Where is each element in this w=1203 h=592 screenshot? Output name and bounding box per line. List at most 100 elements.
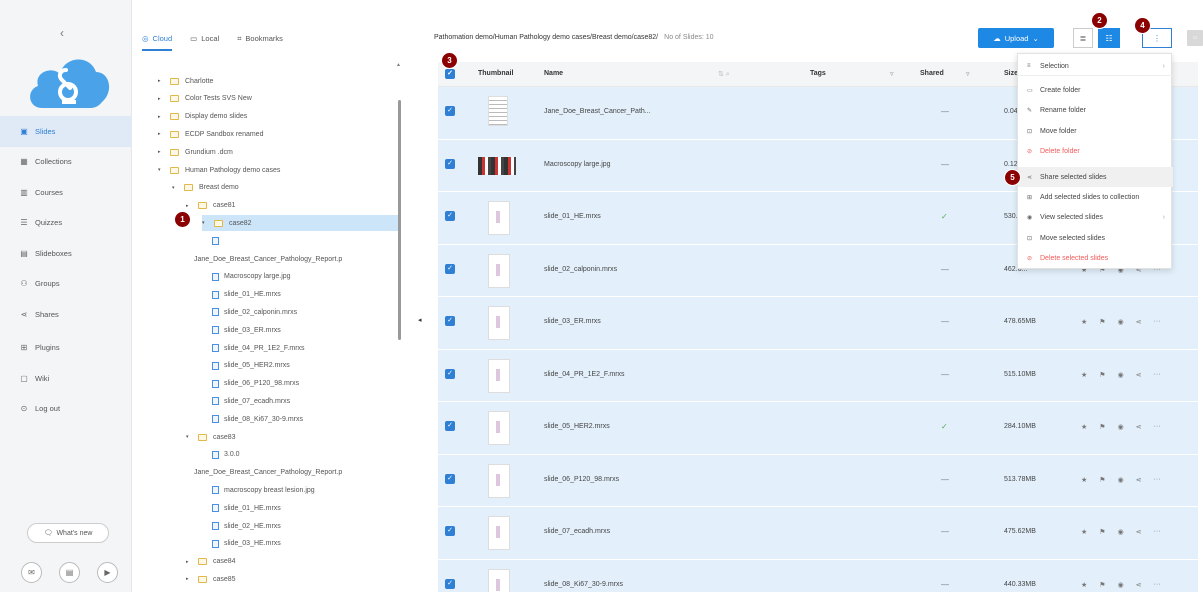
star-icon[interactable]: ★ [1081, 423, 1087, 431]
slide-name[interactable]: slide_03_ER.mrxs [544, 318, 601, 325]
video-icon[interactable]: ▶ [97, 562, 118, 583]
expand-arrow-icon[interactable]: ▾ [202, 220, 214, 226]
tree-file[interactable]: Jane_Doe_Breast_Cancer_Pathology_Report.… [194, 251, 342, 267]
expand-arrow-icon[interactable]: ▾ [186, 434, 198, 440]
whats-new-button[interactable]: 🗨 What's new [27, 523, 109, 543]
row-checkbox[interactable]: ✓ [445, 106, 455, 116]
tree-folder[interactable]: ▾ Human Pathology demo cases [158, 162, 280, 178]
tree-file[interactable]: slide_03_ER.mrxs [200, 322, 281, 338]
tree-folder[interactable]: ▸ ECDP Sandbox renamed [158, 126, 263, 142]
menu-item-delete-selected-slides[interactable]: ⊘ Delete selected slides [1018, 248, 1173, 268]
tree-folder[interactable]: ▸ Color Tests SVS New [158, 91, 252, 107]
sort-search-icon[interactable]: ⇅ ⌕ [718, 70, 730, 79]
ellipsis-icon[interactable]: ··· [1154, 581, 1161, 589]
eye-icon[interactable]: ◉ [1118, 318, 1124, 326]
nav-item-slideboxes[interactable]: ▤ Slideboxes [0, 238, 132, 269]
menu-item-create-folder[interactable]: ▭ Create folder [1018, 80, 1173, 100]
col-name[interactable]: Name [544, 70, 563, 77]
ellipsis-icon[interactable]: ··· [1154, 423, 1161, 431]
tree-folder[interactable]: ▾ case83 [186, 429, 236, 445]
share-icon[interactable]: ⋖ [1136, 371, 1142, 379]
tree-folder[interactable]: ▸ case84 [186, 554, 236, 570]
filter-icon[interactable]: ▿ [966, 70, 970, 78]
tree-file[interactable]: slide_07_ecadh.mrxs [200, 393, 290, 409]
tree-file[interactable]: 3.0.0 [200, 447, 240, 463]
row-checkbox[interactable]: ✓ [445, 473, 455, 484]
menu-item-move-folder[interactable]: ⊡ Move folder [1018, 121, 1173, 141]
nav-item-courses[interactable]: ▥ Courses [0, 177, 132, 208]
share-icon[interactable]: ⋖ [1136, 423, 1142, 431]
row-checkbox[interactable]: ✓ [445, 211, 455, 221]
table-row[interactable]: ✓ slide_08_Ki67_30-9.mrxs — 440.33MB ★ ⚑ ◉ ⋖ ··· [438, 559, 1198, 592]
eye-icon[interactable]: ◉ [1118, 581, 1124, 589]
share-icon[interactable]: ⋖ [1136, 528, 1142, 536]
tree-folder[interactable]: ▾ case82 [202, 215, 398, 232]
slide-name[interactable]: slide_01_HE.mrxs [544, 213, 601, 220]
slide-name[interactable]: Jane_Doe_Breast_Cancer_Path... [544, 108, 651, 115]
eye-icon[interactable]: ◉ [1118, 476, 1124, 484]
expand-arrow-icon[interactable]: ▸ [186, 559, 198, 565]
expand-arrow-icon[interactable]: ▸ [158, 78, 170, 84]
expand-arrow-icon[interactable]: ▾ [158, 167, 170, 173]
upload-button[interactable]: ☁ Upload ⌄ [978, 28, 1054, 48]
email-icon[interactable]: ✉ [21, 562, 42, 583]
star-icon[interactable]: ★ [1081, 528, 1087, 536]
row-checkbox[interactable]: ✓ [445, 578, 455, 589]
slide-name[interactable]: slide_07_ecadh.mrxs [544, 528, 610, 535]
tree-folder[interactable]: ▸ case81 [186, 198, 236, 214]
flag-icon[interactable]: ⚑ [1099, 371, 1105, 379]
menu-item-rename-folder[interactable]: ✎ Rename folder [1018, 100, 1173, 120]
star-icon[interactable]: ★ [1081, 476, 1087, 484]
breadcrumb-path[interactable]: Pathomation demo/Human Pathology demo ca… [434, 34, 658, 41]
eye-icon[interactable]: ◉ [1118, 528, 1124, 536]
nav-item-plugins[interactable]: ⊞ Plugins [0, 333, 132, 364]
tree-file[interactable]: slide_01_HE.mrxs [200, 500, 281, 516]
slide-name[interactable]: slide_08_Ki67_30-9.mrxs [544, 581, 623, 588]
expand-arrow-icon[interactable]: ▸ [158, 131, 170, 137]
slide-name[interactable]: slide_02_calponin.mrxs [544, 266, 617, 273]
row-checkbox[interactable]: ✓ [445, 368, 455, 379]
slide-name[interactable]: Macroscopy large.jpg [544, 161, 611, 168]
ellipsis-icon[interactable]: ··· [1154, 371, 1161, 379]
share-icon[interactable]: ⋖ [1136, 318, 1142, 326]
tree-file[interactable]: slide_08_Ki67_30-9.mrxs [200, 411, 303, 427]
menu-item-share-selected-slides[interactable]: ⋖ Share selected slides [1018, 167, 1173, 187]
collapse-panel-icon[interactable]: ◂ [418, 316, 422, 324]
tree-folder[interactable]: ▸ Display demo slides [158, 109, 247, 125]
row-checkbox[interactable]: ✓ [445, 526, 455, 536]
nav-item-log-out[interactable]: ⊙ Log out [0, 394, 132, 425]
tree-file[interactable]: slide_05_HER2.mrxs [200, 358, 290, 374]
nav-item-quizzes[interactable]: ☰ Quizzes [0, 208, 132, 239]
ellipsis-icon[interactable]: ··· [1154, 528, 1161, 536]
eye-icon[interactable]: ◉ [1118, 371, 1124, 379]
tree-file[interactable]: Macroscopy large.jpg [200, 269, 291, 285]
flag-icon[interactable]: ⚑ [1099, 423, 1105, 431]
tab-bookmarks[interactable]: ⌗ Bookmarks [237, 34, 283, 51]
nav-item-shares[interactable]: ⋖ Shares [0, 299, 132, 330]
filter-icon[interactable]: ▿ [890, 70, 894, 78]
nav-item-wiki[interactable]: ▢ Wiki [0, 363, 132, 394]
tree-file[interactable]: slide_04_PR_1E2_F.mrxs [200, 340, 305, 356]
eye-icon[interactable]: ◉ [1118, 423, 1124, 431]
tree-folder[interactable]: ▸ Grundium .dcm [158, 144, 233, 160]
nav-item-collections[interactable]: ▦ Collections [0, 147, 132, 178]
tree-file[interactable]: slide_03_HE.mrxs [200, 536, 281, 552]
document-icon[interactable]: ▤ [59, 562, 80, 583]
expand-arrow-icon[interactable]: ▸ [186, 203, 198, 209]
flag-icon[interactable]: ⚑ [1099, 476, 1105, 484]
flag-icon[interactable]: ⚑ [1099, 528, 1105, 536]
flag-icon[interactable]: ⚑ [1099, 318, 1105, 326]
tree-file[interactable]: slide_02_calponin.mrxs [200, 304, 297, 320]
ellipsis-icon[interactable]: ··· [1154, 476, 1161, 484]
tree-scrollbar[interactable] [398, 100, 401, 340]
table-row[interactable]: ✓ slide_05_HER2.mrxs ✓ 284.10MB ★ ⚑ ◉ ⋖ ··· [438, 402, 1198, 455]
share-icon[interactable]: ⋖ [1136, 581, 1142, 589]
nav-item-slides[interactable]: ▣ Slides [0, 116, 132, 147]
expand-arrow-icon[interactable]: ▸ [158, 96, 170, 102]
chevron-left-icon[interactable]: ‹ [60, 26, 64, 40]
ellipsis-icon[interactable]: ··· [1154, 318, 1161, 326]
tree-folder[interactable]: ▸ case85 [186, 571, 236, 587]
menu-item-move-selected-slides[interactable]: ⊡ Move selected slides [1018, 228, 1173, 248]
row-checkbox[interactable]: ✓ [445, 263, 455, 274]
menu-item-delete-folder[interactable]: ⊘ Delete folder [1018, 141, 1173, 161]
